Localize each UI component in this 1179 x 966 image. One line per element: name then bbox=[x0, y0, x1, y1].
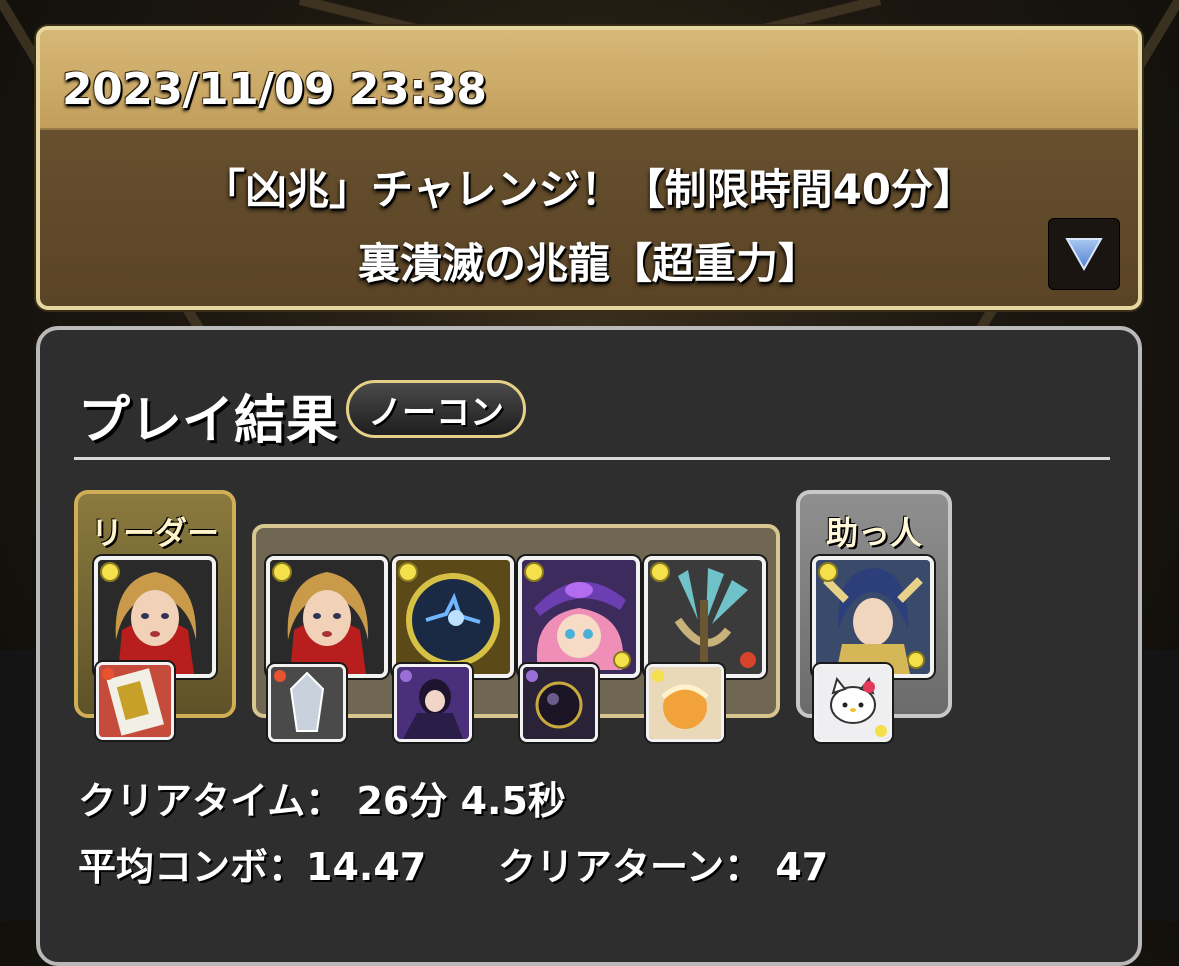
assist-white-cat bbox=[817, 667, 889, 739]
clear-turn-row: クリアターン： 47 bbox=[498, 836, 828, 891]
assist-crystal bbox=[271, 667, 343, 739]
helper-label: 助っ人 bbox=[825, 514, 922, 552]
result-title: プレイ結果 bbox=[78, 391, 339, 451]
assist-dark-character bbox=[397, 667, 469, 739]
play-result-panel: プレイ結果 ノーコン リーダー 助っ人 クリアタイム： 26分 4.5秒 平均コ… bbox=[36, 326, 1142, 966]
clear-turn-label: クリアターン： bbox=[498, 845, 763, 889]
helper-assist[interactable] bbox=[814, 664, 892, 742]
sub-monster-3[interactable] bbox=[518, 556, 640, 678]
clear-time-label: クリアタイム： bbox=[78, 779, 344, 823]
sub-assist-3[interactable] bbox=[520, 664, 598, 742]
assist-scroll bbox=[99, 665, 171, 737]
sub-assist-1[interactable] bbox=[268, 664, 346, 742]
avg-combo-row: 平均コンボ：14.47 bbox=[78, 836, 426, 891]
clear-time-value: 26分 4.5秒 bbox=[356, 779, 566, 823]
assist-dark-sphere bbox=[523, 667, 595, 739]
monster-portrait-blonde-girl bbox=[270, 560, 384, 674]
sub-monster-2[interactable] bbox=[392, 556, 514, 678]
clear-turn-value: 47 bbox=[775, 845, 829, 889]
monster-portrait-pink-hair-girl bbox=[522, 560, 636, 674]
divider bbox=[74, 457, 1110, 460]
play-date: 2023/11/09 23:38 bbox=[62, 64, 487, 115]
assist-golden-orb bbox=[649, 667, 721, 739]
dungeon-title: 「凶兆」チャレンジ！【制限時間40分】 bbox=[202, 165, 976, 214]
leader-monster[interactable] bbox=[94, 556, 216, 678]
sub-assist-2[interactable] bbox=[394, 664, 472, 742]
expand-button[interactable] bbox=[1048, 218, 1120, 290]
clear-time-row: クリアタイム： 26分 4.5秒 bbox=[78, 770, 566, 825]
leader-label: リーダー bbox=[90, 514, 219, 552]
avg-combo-label: 平均コンボ： bbox=[78, 845, 307, 889]
sub-monster-4[interactable] bbox=[644, 556, 766, 678]
sub-assist-4[interactable] bbox=[646, 664, 724, 742]
monster-portrait-dark-orb bbox=[396, 560, 510, 674]
leader-assist[interactable] bbox=[96, 662, 174, 740]
no-continue-badge: ノーコン bbox=[346, 380, 526, 438]
sub-monster-1[interactable] bbox=[266, 556, 388, 678]
dungeon-subtitle: 裏潰滅の兆龍【超重力】 bbox=[357, 239, 820, 288]
monster-portrait-blonde-girl bbox=[98, 560, 212, 674]
avg-combo-value: 14.47 bbox=[306, 845, 427, 889]
helper-monster[interactable] bbox=[812, 556, 934, 678]
dungeon-header-card: 2023/11/09 23:38 「凶兆」チャレンジ！【制限時間40分】 裏潰滅… bbox=[36, 26, 1142, 310]
monster-portrait-feathered-staff bbox=[648, 560, 762, 674]
triangle-down-icon bbox=[1065, 238, 1103, 272]
monster-portrait-armored-knight bbox=[816, 560, 930, 674]
